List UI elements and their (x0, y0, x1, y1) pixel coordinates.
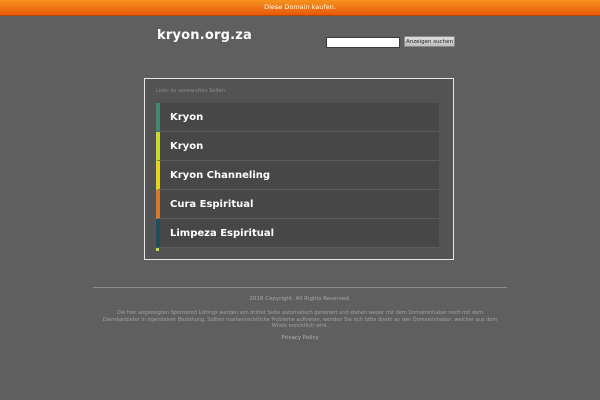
disclaimer-text: Die hier angezeigten Sponsored Listings … (102, 310, 498, 329)
link-label: Cura Espiritual (170, 199, 254, 210)
link-label: Kryon (170, 112, 204, 123)
link-item[interactable]: Kryon Channeling (156, 161, 439, 190)
search-input[interactable] (326, 37, 400, 48)
link-item[interactable]: Cura Espiritual (156, 190, 439, 219)
related-links-panel: Links zu verwandten Seiten Kryon Kryon K… (144, 78, 454, 260)
link-label: Limpeza Espiritual (170, 228, 275, 239)
copyright-text: 2018 Copyright. All Rights Reserved. (249, 296, 351, 302)
accent-marker (156, 248, 159, 251)
link-item[interactable]: Limpeza Espiritual (156, 219, 439, 248)
link-label: Kryon (170, 141, 204, 152)
link-item[interactable]: Kryon (156, 103, 439, 132)
link-item[interactable]: Kryon (156, 132, 439, 161)
link-label: Kryon Channeling (170, 170, 271, 181)
buy-domain-banner[interactable]: Diese Domain kaufen. (0, 0, 600, 16)
domain-title: kryon.org.za (157, 28, 252, 43)
related-links-heading: Links zu verwandten Seiten (156, 88, 226, 94)
search-button[interactable]: Anzeigen suchen (404, 36, 455, 47)
footer-divider (93, 287, 507, 288)
privacy-policy-link[interactable]: Privacy Policy (0, 335, 600, 341)
related-links-list: Kryon Kryon Kryon Channeling Cura Espiri… (156, 103, 439, 248)
